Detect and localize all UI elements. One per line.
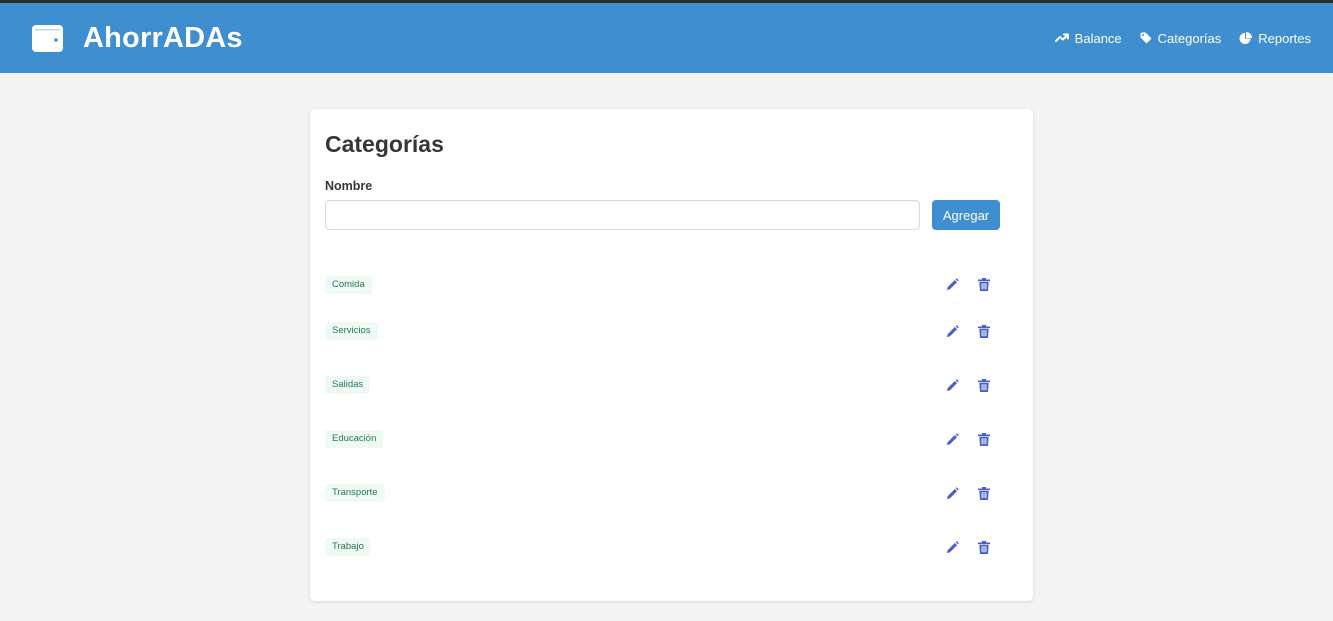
categories-panel: Categorías Nombre Agregar Comida Servici… bbox=[310, 109, 1033, 601]
category-tag: Educación bbox=[325, 430, 384, 448]
list-item: Comida bbox=[325, 264, 1000, 304]
list-item: Educación bbox=[325, 412, 1000, 466]
edit-icon[interactable] bbox=[944, 485, 960, 501]
trash-icon[interactable] bbox=[976, 539, 992, 555]
trash-icon[interactable] bbox=[976, 377, 992, 393]
list-item: Salidas bbox=[325, 358, 1000, 412]
nav-item-reportes[interactable]: Reportes bbox=[1239, 31, 1311, 46]
edit-icon[interactable] bbox=[944, 377, 960, 393]
category-list: Comida Servicios Salidas Educación Trans… bbox=[325, 264, 1000, 574]
brand[interactable]: AhorrADAs bbox=[32, 22, 243, 55]
list-item: Servicios bbox=[325, 304, 1000, 358]
category-tag: Transporte bbox=[325, 484, 385, 502]
edit-icon[interactable] bbox=[944, 539, 960, 555]
trash-icon[interactable] bbox=[976, 431, 992, 447]
nav-item-label: Balance bbox=[1074, 30, 1122, 46]
category-tag: Servicios bbox=[325, 322, 378, 340]
list-item: Trabajo bbox=[325, 520, 1000, 574]
category-tag: Comida bbox=[325, 276, 372, 294]
pie-chart-icon bbox=[1239, 31, 1253, 44]
category-name-input[interactable] bbox=[325, 200, 920, 230]
name-label: Nombre bbox=[325, 179, 373, 193]
category-tag: Salidas bbox=[325, 376, 371, 394]
tag-icon bbox=[1140, 32, 1152, 44]
page-title: Categorías bbox=[325, 131, 444, 157]
add-category-button[interactable]: Agregar bbox=[932, 200, 1000, 230]
trash-icon[interactable] bbox=[976, 323, 992, 339]
edit-icon[interactable] bbox=[944, 431, 960, 447]
row-actions bbox=[928, 377, 992, 393]
trash-icon[interactable] bbox=[976, 276, 992, 292]
nav-item-label: Reportes bbox=[1258, 30, 1311, 46]
row-actions bbox=[928, 539, 992, 555]
nav-item-label: Categorías bbox=[1157, 30, 1222, 46]
app-title: AhorrADAs bbox=[83, 21, 243, 54]
category-tag: Trabajo bbox=[325, 538, 371, 556]
nav-item-balance[interactable]: Balance bbox=[1054, 30, 1122, 46]
trending-up-icon bbox=[1054, 33, 1069, 42]
add-category-form: Agregar bbox=[325, 200, 1000, 230]
nav-links: Balance Categorías Reportes bbox=[1037, 31, 1311, 46]
edit-icon[interactable] bbox=[944, 276, 960, 292]
trash-icon[interactable] bbox=[976, 485, 992, 501]
row-actions bbox=[928, 431, 992, 447]
row-actions bbox=[928, 323, 992, 339]
navbar: AhorrADAs Balance Categorías Reportes bbox=[0, 3, 1333, 73]
wallet-icon bbox=[32, 24, 63, 52]
row-actions bbox=[928, 276, 992, 292]
nav-item-categorias[interactable]: Categorías bbox=[1140, 30, 1222, 46]
list-item: Transporte bbox=[325, 466, 1000, 520]
row-actions bbox=[928, 485, 992, 501]
edit-icon[interactable] bbox=[944, 323, 960, 339]
